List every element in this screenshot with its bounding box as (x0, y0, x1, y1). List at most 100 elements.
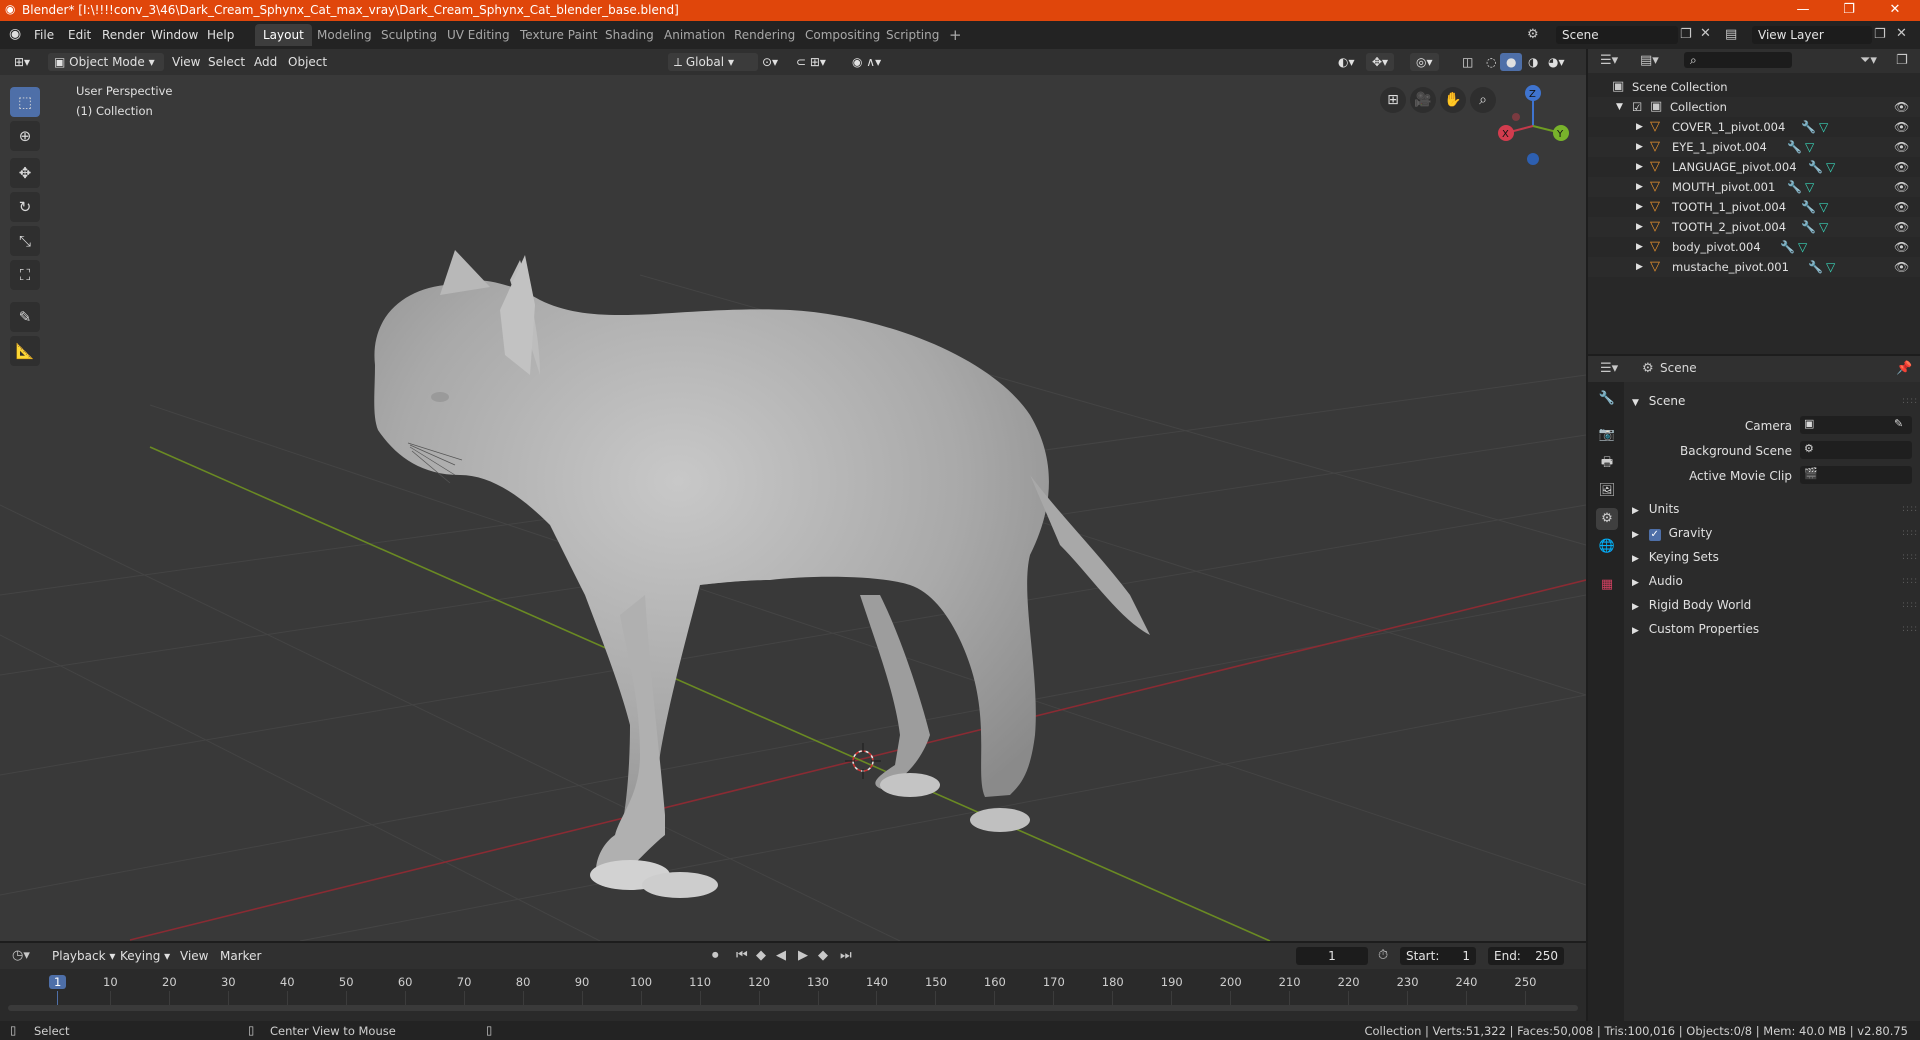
drag-handle-icon[interactable]: :::: (1902, 576, 1918, 586)
timeline-scrollbar[interactable] (8, 1005, 1578, 1011)
mesh-data-icon[interactable]: ▽ (1805, 137, 1814, 157)
expand-arrow-icon[interactable]: ▶ (1636, 197, 1643, 217)
scene-icon[interactable]: ⚙ (1527, 27, 1539, 42)
tab-rendering[interactable]: Rendering (726, 24, 803, 46)
display-mode-icon[interactable]: ▤▾ (1640, 53, 1659, 68)
view-layer-tab-icon[interactable]: 🖼 (1596, 480, 1618, 502)
active-movie-clip-field[interactable]: 🎬 (1800, 466, 1912, 484)
expand-arrow-icon[interactable]: ▶ (1636, 257, 1643, 277)
scene-panel-header[interactable]: ▼ Scene :::: (1632, 394, 1920, 408)
record-icon[interactable]: ⏺ (712, 948, 719, 963)
modifier-wrench-icon[interactable]: 🔧 (1808, 257, 1823, 277)
expand-arrow-icon[interactable]: ▶ (1636, 217, 1643, 237)
playback-dropdown[interactable]: Playback ▾ (46, 947, 121, 965)
keying-dropdown[interactable]: Keying ▾ (114, 947, 176, 965)
move-tool[interactable]: ✥ (10, 158, 40, 188)
menu-file[interactable]: File (34, 28, 54, 42)
eye-icon[interactable]: 👁 (1894, 157, 1909, 177)
pan-hand-icon[interactable]: ✋ (1440, 87, 1466, 113)
xray-icon[interactable]: ◫ (1456, 53, 1479, 71)
drag-handle-icon[interactable]: :::: (1902, 528, 1918, 538)
scale-tool[interactable]: ⤡ (10, 226, 40, 256)
start-frame-field[interactable]: Start: 1 (1400, 947, 1476, 965)
visibility-icon[interactable]: ◐▾ (1332, 53, 1361, 71)
timeline-menu-marker[interactable]: Marker (214, 947, 267, 965)
eye-icon[interactable]: 👁 (1894, 197, 1909, 217)
drag-handle-icon[interactable]: :::: (1902, 624, 1918, 634)
grid-view-icon[interactable]: ⊞ (1380, 87, 1406, 113)
drag-handle-icon[interactable]: :::: (1902, 396, 1918, 406)
menu-add[interactable]: Add (248, 53, 283, 71)
world-tab-icon[interactable]: 🌐 (1596, 536, 1618, 558)
play-reverse-icon[interactable]: ◀ (776, 948, 786, 963)
menu-view[interactable]: View (166, 53, 206, 71)
rendered-shading-icon[interactable]: ◕▾ (1542, 53, 1571, 71)
close-window-button[interactable]: ✕ (1872, 0, 1918, 21)
tab-texture-paint[interactable]: Texture Paint (512, 24, 605, 46)
expand-arrow-icon[interactable]: ▶ (1636, 137, 1643, 157)
rotate-tool[interactable]: ↻ (10, 192, 40, 222)
tab-shading[interactable]: Shading (597, 24, 662, 46)
outliner-editor-icon[interactable]: ☰▾ (1600, 53, 1618, 68)
mesh-data-icon[interactable]: ▽ (1798, 237, 1807, 257)
menu-help[interactable]: Help (207, 28, 234, 42)
camera-view-icon[interactable]: 🎥 (1410, 87, 1436, 113)
orientation-dropdown[interactable]: ⟂ Global ▾ (668, 53, 758, 71)
tab-sculpting[interactable]: Sculpting (373, 24, 445, 46)
expand-arrow-icon[interactable]: ▶ (1636, 237, 1643, 257)
proportional-edit-icon[interactable]: ◉ ∧▾ (846, 53, 887, 71)
outliner-object-row[interactable]: ▶ ▽ mustache_pivot.001 🔧 ▽ 👁 (1588, 257, 1920, 277)
render-tab-icon[interactable]: 📷 (1596, 424, 1618, 446)
expand-arrow-icon[interactable]: ▼ (1616, 97, 1623, 117)
outliner-object-row[interactable]: ▶ ▽ COVER_1_pivot.004 🔧 ▽ 👁 (1588, 117, 1920, 137)
outliner-collection[interactable]: ▼ ☑ ▣ Collection 👁 (1588, 97, 1920, 117)
cursor-tool[interactable]: ⊕ (10, 121, 40, 151)
next-keyframe-icon[interactable]: ◆ (818, 948, 828, 963)
maximize-button[interactable]: ❐ (1826, 0, 1872, 21)
expand-arrow-icon[interactable]: ▶ (1636, 157, 1643, 177)
outliner-object-row[interactable]: ▶ ▽ TOOTH_2_pivot.004 🔧 ▽ 👁 (1588, 217, 1920, 237)
outliner-object-row[interactable]: ▶ ▽ MOUTH_pivot.001 🔧 ▽ 👁 (1588, 177, 1920, 197)
tab-scripting[interactable]: Scripting (878, 24, 947, 46)
eye-icon[interactable]: 👁 (1894, 177, 1909, 197)
menu-edit[interactable]: Edit (68, 28, 91, 42)
filter-icon[interactable]: ⏷▾ (1860, 53, 1877, 68)
modifier-wrench-icon[interactable]: 🔧 (1801, 117, 1816, 137)
checkbox-icon[interactable]: ☑ (1632, 97, 1642, 117)
properties-editor-icon[interactable]: ☰▾ (1600, 361, 1618, 376)
outliner-object-row[interactable]: ▶ ▽ TOOTH_1_pivot.004 🔧 ▽ 👁 (1588, 197, 1920, 217)
pin-icon[interactable]: 📌 (1896, 361, 1912, 376)
jump-start-icon[interactable]: ⏮ (736, 948, 748, 963)
tab-layout[interactable]: Layout (255, 24, 312, 46)
navigation-gizmo[interactable]: Z X Y (1488, 81, 1578, 171)
output-tab-icon[interactable]: 🖶 (1596, 452, 1618, 474)
snap-icon[interactable]: ⊂ ⊞▾ (790, 53, 832, 71)
keying-sets-panel-header[interactable]: ▶ Keying Sets :::: (1632, 550, 1920, 564)
expand-arrow-icon[interactable]: ▶ (1636, 117, 1643, 137)
jump-end-icon[interactable]: ⏭ (840, 948, 852, 963)
mesh-data-icon[interactable]: ▽ (1819, 197, 1828, 217)
audio-panel-header[interactable]: ▶ Audio :::: (1632, 574, 1920, 588)
modifier-wrench-icon[interactable]: 🔧 (1780, 237, 1795, 257)
expand-arrow-icon[interactable]: ▶ (1636, 177, 1643, 197)
timeline-menu-view[interactable]: View (174, 947, 214, 965)
tab-animation[interactable]: Animation (656, 24, 733, 46)
eye-icon[interactable]: 👁 (1894, 97, 1909, 117)
mesh-data-icon[interactable]: ▽ (1826, 257, 1835, 277)
measure-tool[interactable]: 📐 (10, 336, 40, 366)
gizmo-toggle-icon[interactable]: ✥▾ (1366, 53, 1395, 71)
modifier-wrench-icon[interactable]: 🔧 (1801, 197, 1816, 217)
timeline-ruler[interactable]: 1 10 20 30 40 50 60 70 80 90 100 110 120 130 140 150 160… (0, 969, 1586, 1021)
texture-tab-icon[interactable]: ▦ (1596, 574, 1618, 596)
tab-compositing[interactable]: Compositing (797, 24, 888, 46)
delete-view-layer-icon[interactable]: ✕ (1896, 26, 1907, 41)
new-collection-icon[interactable]: ❐ (1896, 53, 1908, 68)
play-icon[interactable]: ▶ (798, 948, 808, 963)
drag-handle-icon[interactable]: :::: (1902, 600, 1918, 610)
background-scene-field[interactable]: ⚙ (1800, 441, 1912, 459)
drag-handle-icon[interactable]: :::: (1902, 504, 1918, 514)
new-scene-icon[interactable]: ❐ (1680, 27, 1692, 42)
rigid-body-world-panel-header[interactable]: ▶ Rigid Body World :::: (1632, 598, 1920, 612)
blender-menu-icon[interactable]: ◉ (9, 26, 21, 42)
gravity-checkbox[interactable]: ✓ (1648, 529, 1661, 541)
